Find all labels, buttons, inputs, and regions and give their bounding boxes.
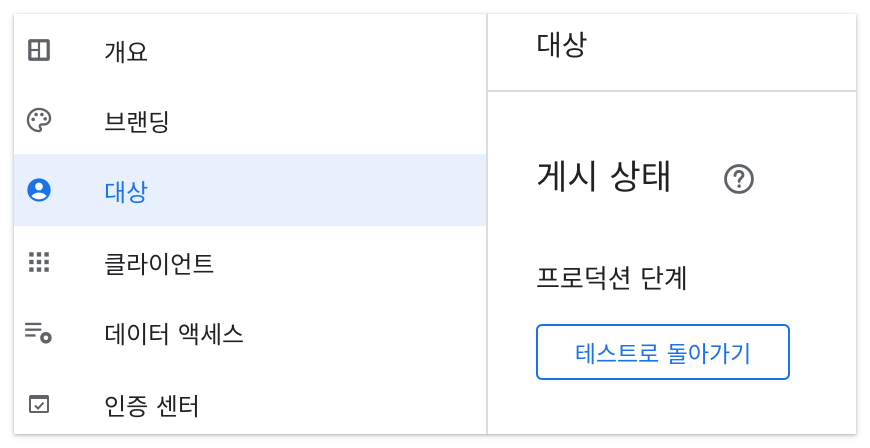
sidebar-item-verification-center[interactable]: 인증 센터 bbox=[14, 368, 486, 434]
help-circle-icon[interactable] bbox=[722, 162, 756, 196]
sidebar-item-label: 대상 bbox=[104, 178, 149, 207]
sidebar-item-label: 개요 bbox=[104, 38, 149, 67]
sidebar-nav: 개요 브랜딩 대상 클라이언트 데이터 액세스 인증 센터 bbox=[14, 14, 488, 434]
back-to-testing-button[interactable]: 테스트로 돌아가기 bbox=[536, 324, 790, 380]
sidebar-item-clients[interactable]: 클라이언트 bbox=[14, 226, 486, 298]
oauth-consent-panel: 개요 브랜딩 대상 클라이언트 데이터 액세스 인증 센터 대상 게시 상태 프… bbox=[14, 14, 856, 434]
dashboard-icon bbox=[24, 35, 54, 65]
sidebar-item-data-access[interactable]: 데이터 액세스 bbox=[14, 296, 486, 368]
publishing-status-heading: 게시 상태 bbox=[536, 158, 672, 198]
sidebar-item-label: 브랜딩 bbox=[104, 108, 171, 137]
sidebar-item-label: 클라이언트 bbox=[104, 250, 215, 279]
sidebar-item-branding[interactable]: 브랜딩 bbox=[14, 84, 486, 156]
sidebar-item-overview[interactable]: 개요 bbox=[14, 14, 486, 86]
data-settings-icon bbox=[24, 317, 54, 347]
main-content: 대상 게시 상태 프로덕션 단계 테스트로 돌아가기 bbox=[488, 14, 856, 434]
sidebar-item-audience[interactable]: 대상 bbox=[14, 154, 486, 226]
page-title: 대상 bbox=[536, 29, 588, 62]
sidebar-item-label: 인증 센터 bbox=[104, 392, 200, 421]
account-circle-icon bbox=[24, 175, 54, 205]
palette-icon bbox=[24, 105, 54, 135]
sidebar-item-label: 데이터 액세스 bbox=[104, 320, 245, 349]
apps-grid-icon bbox=[24, 247, 54, 277]
publishing-stage-label: 프로덕션 단계 bbox=[536, 265, 688, 295]
verified-checkbox-icon bbox=[24, 389, 54, 419]
page-header: 대상 bbox=[488, 14, 856, 92]
